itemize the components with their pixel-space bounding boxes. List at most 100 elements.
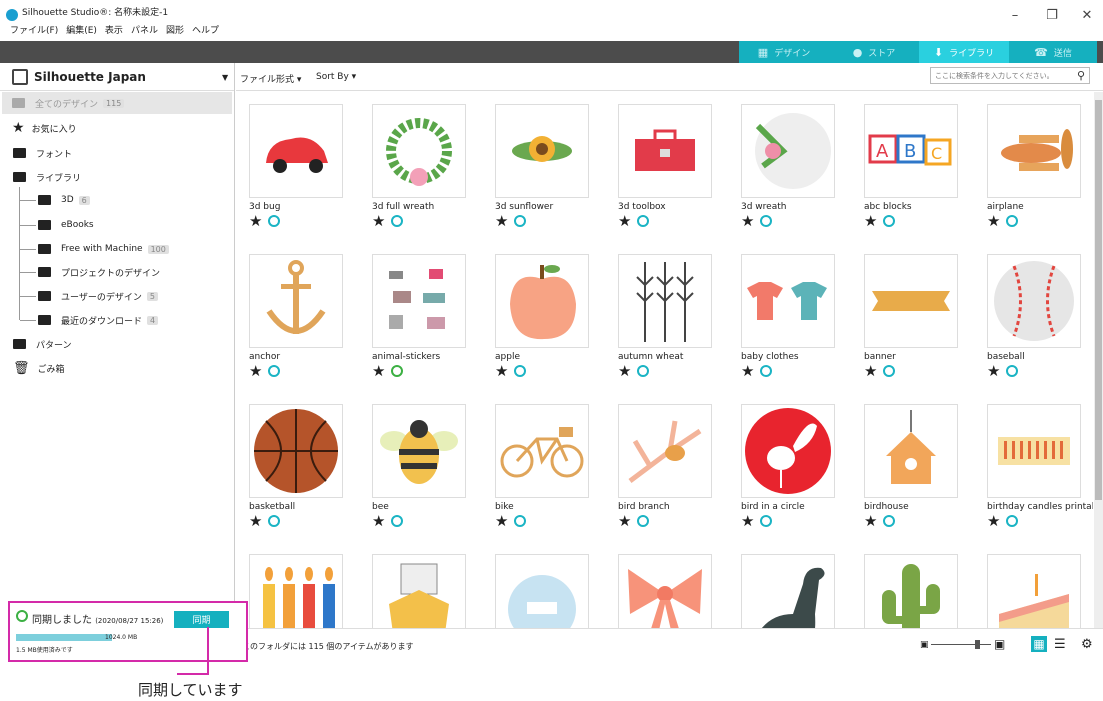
sync-button[interactable]: 同期 xyxy=(174,611,229,628)
design-card[interactable]: 3d toolbox ★ xyxy=(605,92,728,242)
favorite-star-icon[interactable]: ★ xyxy=(864,512,877,530)
tab-send[interactable]: ☎ 送信 xyxy=(1009,41,1097,63)
file-type-filter[interactable]: ファイル形式 ▾ xyxy=(240,72,301,85)
favorite-star-icon[interactable]: ★ xyxy=(249,212,262,230)
favorite-star-icon[interactable]: ★ xyxy=(372,212,385,230)
design-card[interactable] xyxy=(359,542,482,628)
favorite-star-icon[interactable]: ★ xyxy=(618,362,631,380)
design-card[interactable]: autumn wheat ★ xyxy=(605,242,728,392)
app-logo-icon xyxy=(6,9,18,21)
sidebar-item-library[interactable]: ライブラリ xyxy=(13,166,81,188)
gear-icon[interactable]: ⚙ xyxy=(1081,637,1093,652)
sort-by-dropdown[interactable]: Sort By ▾ xyxy=(316,72,356,82)
minimize-icon[interactable]: – xyxy=(1005,8,1025,23)
design-card[interactable]: baseball ★ xyxy=(974,242,1093,392)
thumbnail-size-slider[interactable] xyxy=(931,639,991,649)
favorite-star-icon[interactable]: ★ xyxy=(864,362,877,380)
account-selector[interactable]: Silhouette Japan ▼ xyxy=(0,63,234,91)
design-card[interactable]: A B Cabc blocks ★ xyxy=(851,92,974,242)
design-card[interactable] xyxy=(605,542,728,628)
small-thumbnail-icon[interactable]: ▣ xyxy=(920,640,929,650)
menu-panel[interactable]: パネル xyxy=(131,24,158,38)
design-card[interactable]: bird branch ★ xyxy=(605,392,728,542)
favorite-star-icon[interactable]: ★ xyxy=(618,212,631,230)
design-card[interactable] xyxy=(236,542,359,628)
storage-usage-bar xyxy=(16,634,112,641)
design-card[interactable]: birthday candles printable★ xyxy=(974,392,1093,542)
design-card[interactable]: anchor ★ xyxy=(236,242,359,392)
design-card[interactable]: banner ★ xyxy=(851,242,974,392)
large-thumbnail-icon[interactable]: ▣ xyxy=(994,637,1005,651)
design-card[interactable]: 3d wreath ★ xyxy=(728,92,851,242)
menu-view[interactable]: 表示 xyxy=(105,24,123,38)
menu-edit[interactable]: 編集(E) xyxy=(66,24,97,38)
favorite-star-icon[interactable]: ★ xyxy=(741,212,754,230)
design-card[interactable]: bee ★ xyxy=(359,392,482,542)
sidebar-item-fonts[interactable]: フォント xyxy=(13,142,72,164)
design-card[interactable]: apple ★ xyxy=(482,242,605,392)
design-card[interactable]: basketball ★ xyxy=(236,392,359,542)
grid-scrollbar[interactable] xyxy=(1094,92,1103,628)
design-card[interactable]: baby clothes ★ xyxy=(728,242,851,392)
slider-handle[interactable] xyxy=(975,640,980,649)
design-card[interactable]: bike ★ xyxy=(482,392,605,542)
tab-library[interactable]: ⬇ ライブラリ xyxy=(919,41,1009,63)
tree-line xyxy=(19,187,20,320)
sidebar-item-favorites[interactable]: ★ お気に入り xyxy=(12,117,77,139)
sync-status-text: 同期しました (2020/08/27 15:26) xyxy=(32,615,164,626)
search-input[interactable]: ここに検索条件を入力してください。 ⚲ xyxy=(930,67,1090,84)
favorite-star-icon[interactable]: ★ xyxy=(495,362,508,380)
favorite-star-icon[interactable]: ★ xyxy=(372,362,385,380)
design-card[interactable] xyxy=(482,542,605,628)
design-thumbnail: ABC xyxy=(864,104,958,198)
design-card[interactable] xyxy=(728,542,851,628)
menu-help[interactable]: ヘルプ xyxy=(192,24,219,38)
svg-text:C: C xyxy=(931,144,942,163)
sidebar-item-project-designs[interactable]: プロジェクトのデザイン xyxy=(38,261,160,283)
design-card[interactable]: animal-stickers ★ xyxy=(359,242,482,392)
sidebar-item-3d[interactable]: 3D 6 xyxy=(38,189,90,211)
cloud-sync-icon xyxy=(883,215,895,227)
sidebar-item-all-designs[interactable]: 全てのデザイン 115 xyxy=(2,92,232,114)
list-view-icon[interactable]: ☰ xyxy=(1054,637,1066,652)
favorite-star-icon[interactable]: ★ xyxy=(741,362,754,380)
sidebar-item-trash[interactable]: 🗑 ごみ箱 xyxy=(13,357,65,379)
menu-file[interactable]: ファイル(F) xyxy=(10,24,58,38)
window-title: Silhouette Studio®: 名称未設定-1 xyxy=(22,8,169,18)
favorite-star-icon[interactable]: ★ xyxy=(495,512,508,530)
grid-view-icon[interactable]: ▦ xyxy=(1031,636,1047,652)
sidebar-item-recent-downloads[interactable]: 最近のダウンロード 4 xyxy=(38,309,159,331)
favorite-star-icon[interactable]: ★ xyxy=(741,512,754,530)
close-icon[interactable]: ✕ xyxy=(1077,8,1097,23)
favorite-star-icon[interactable]: ★ xyxy=(495,212,508,230)
favorite-star-icon[interactable]: ★ xyxy=(987,512,1000,530)
favorite-star-icon[interactable]: ★ xyxy=(249,362,262,380)
design-card[interactable] xyxy=(974,542,1093,628)
design-card[interactable]: 3d bug ★ xyxy=(236,92,359,242)
favorite-star-icon[interactable]: ★ xyxy=(249,512,262,530)
favorite-star-icon[interactable]: ★ xyxy=(372,512,385,530)
design-card[interactable]: airplane ★ xyxy=(974,92,1093,242)
favorite-star-icon[interactable]: ★ xyxy=(987,212,1000,230)
design-thumbnail xyxy=(741,554,835,628)
tab-design[interactable]: ▦ デザイン xyxy=(739,41,829,63)
sidebar-item-user-designs[interactable]: ユーザーのデザイン 5 xyxy=(38,285,158,307)
menu-shape[interactable]: 図形 xyxy=(166,24,184,38)
design-card[interactable]: bird in a circle ★ xyxy=(728,392,851,542)
scrollbar-thumb[interactable] xyxy=(1095,100,1102,500)
sidebar-item-patterns[interactable]: パターン xyxy=(13,333,72,355)
favorite-star-icon[interactable]: ★ xyxy=(864,212,877,230)
design-thumbnail xyxy=(987,254,1081,348)
sidebar-item-free-with-machine[interactable]: Free with Machine 100 xyxy=(38,238,169,260)
design-card[interactable]: 3d full wreath ★ xyxy=(359,92,482,242)
design-card[interactable]: birdhouse ★ xyxy=(851,392,974,542)
sidebar-item-ebooks[interactable]: eBooks xyxy=(38,214,94,236)
design-card[interactable]: 3d sunflower ★ xyxy=(482,92,605,242)
favorite-star-icon[interactable]: ★ xyxy=(987,362,1000,380)
favorite-star-icon[interactable]: ★ xyxy=(618,512,631,530)
design-card[interactable] xyxy=(851,542,974,628)
search-icon[interactable]: ⚲ xyxy=(1077,69,1085,82)
tab-store[interactable]: ● ストア xyxy=(829,41,919,63)
send-machine-icon: ☎ xyxy=(1034,45,1048,59)
restore-icon[interactable]: ❐ xyxy=(1042,8,1062,23)
